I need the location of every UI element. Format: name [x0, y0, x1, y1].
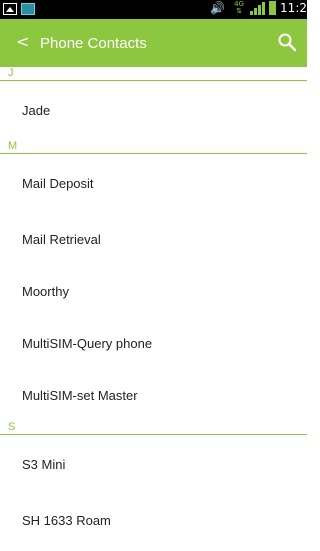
- section-header: S: [0, 421, 307, 435]
- volume-icon: 🔊: [210, 1, 225, 15]
- search-icon[interactable]: [277, 32, 297, 52]
- clock: 11:2: [280, 1, 307, 15]
- section-header: J: [0, 67, 307, 81]
- contact-item[interactable]: S3 Mini: [0, 435, 307, 494]
- back-icon[interactable]: <: [16, 34, 30, 50]
- contact-item[interactable]: MultiSIM-set Master: [0, 369, 307, 421]
- data-icon: 4G ⇅: [232, 1, 246, 15]
- contact-item[interactable]: MultiSIM-Query phone: [0, 317, 307, 369]
- image-icon: [3, 3, 17, 15]
- signal-icon: [250, 1, 266, 15]
- status-bar: 🔊 4G ⇅ 11:2: [0, 0, 307, 19]
- status-left-icons: [3, 3, 35, 15]
- contact-item[interactable]: Mail Retrieval: [0, 213, 307, 265]
- status-right-icons: 🔊 4G ⇅ 11:2: [210, 1, 307, 15]
- page-title: Phone Contacts: [40, 35, 147, 52]
- contact-item[interactable]: Moorthy: [0, 265, 307, 317]
- section-header: M: [0, 140, 307, 154]
- battery-icon: [269, 1, 277, 15]
- contact-item[interactable]: Mail Deposit: [0, 154, 307, 213]
- contact-item[interactable]: Jade: [0, 81, 307, 140]
- action-bar: < Phone Contacts: [0, 19, 307, 67]
- data-arrows: ⇅: [236, 7, 242, 15]
- contact-item[interactable]: SH 1633 Roam: [0, 494, 307, 546]
- contact-list: J Jade M Mail Deposit Mail Retrieval Moorthy M…: [0, 67, 307, 546]
- app-icon: [21, 3, 35, 15]
